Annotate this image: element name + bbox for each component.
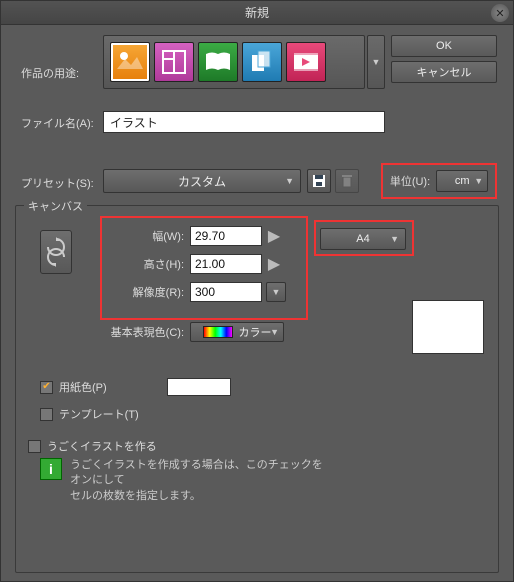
size-preset-value: A4 [356, 233, 369, 245]
width-slider-button[interactable]: ▶ [266, 226, 282, 246]
filename-label: ファイル名(A): [21, 115, 94, 131]
chevron-down-icon: ▼ [474, 176, 483, 186]
purpose-illustration-icon[interactable] [110, 42, 150, 82]
chevron-down-icon: ▼ [270, 327, 279, 337]
preset-dropdown[interactable]: カスタム ▼ [103, 169, 301, 193]
orientation-button[interactable] [40, 230, 72, 274]
purpose-selector [103, 35, 365, 89]
unit-highlight: 単位(U): cm ▼ [381, 163, 497, 199]
purpose-dropdown[interactable]: ▼ [367, 35, 385, 89]
chevron-down-icon: ▼ [390, 234, 399, 244]
height-label: 高さ(H): [108, 256, 184, 272]
unit-label: 単位(U): [390, 173, 430, 189]
color-swatch-icon [203, 326, 233, 338]
chevron-down-icon: ▼ [372, 57, 381, 67]
purpose-animation-icon[interactable] [286, 42, 326, 82]
height-input[interactable] [190, 254, 262, 274]
purpose-comic-icon[interactable] [154, 42, 194, 82]
save-preset-button[interactable] [307, 169, 331, 193]
window-title: 新規 [245, 4, 269, 21]
info-icon: i [40, 458, 62, 480]
height-slider-button[interactable]: ▶ [266, 254, 282, 274]
new-dialog: 新規 ✕ OK キャンセル 作品の用途: ▼ ファイル名(A): [0, 0, 514, 582]
floppy-icon [312, 174, 326, 188]
rotate-icon [46, 237, 66, 267]
template-checkbox[interactable] [40, 408, 53, 421]
preset-value: カスタム [178, 173, 226, 190]
chevron-down-icon: ▼ [285, 176, 294, 186]
purpose-book-icon[interactable] [198, 42, 238, 82]
paper-color-label: 用紙色(P) [59, 379, 107, 395]
titlebar: 新規 ✕ [1, 1, 513, 25]
purpose-label: 作品の用途: [21, 65, 79, 81]
resolution-dropdown[interactable]: ▼ [266, 282, 286, 302]
width-input[interactable] [190, 226, 262, 246]
preset-label: プリセット(S): [21, 175, 94, 191]
chevron-down-icon: ▼ [272, 287, 281, 297]
canvas-group-title: キャンバス [24, 198, 87, 214]
trash-icon [341, 174, 353, 188]
paper-color-swatch[interactable] [167, 378, 231, 396]
purpose-multipage-icon[interactable] [242, 42, 282, 82]
cancel-button[interactable]: キャンセル [391, 61, 497, 83]
template-label: テンプレート(T) [59, 406, 139, 422]
filename-input[interactable] [103, 111, 385, 133]
width-label: 幅(W): [108, 228, 184, 244]
close-button[interactable]: ✕ [491, 4, 509, 22]
paper-color-checkbox[interactable] [40, 381, 53, 394]
canvas-group: キャンバス 幅(W): ▶ 高さ(H): ▶ [15, 205, 499, 573]
colormode-label: 基本表現色(C): [90, 324, 184, 340]
colormode-dropdown[interactable]: カラー ▼ [190, 322, 284, 342]
animation-label: うごくイラストを作る [47, 438, 157, 454]
colormode-value: カラー [239, 324, 272, 340]
unit-dropdown[interactable]: cm ▼ [436, 170, 488, 192]
ok-button[interactable]: OK [391, 35, 497, 57]
delete-preset-button[interactable] [335, 169, 359, 193]
resolution-label: 解像度(R): [108, 284, 184, 300]
resolution-input[interactable] [190, 282, 262, 302]
animation-checkbox[interactable] [28, 440, 41, 453]
unit-value: cm [455, 175, 470, 187]
info-text: うごくイラストを作成する場合は、このチェックをオンにして セルの枚数を指定します… [70, 458, 330, 504]
size-preset-dropdown[interactable]: A4 ▼ [320, 228, 406, 250]
canvas-preview [412, 300, 484, 354]
